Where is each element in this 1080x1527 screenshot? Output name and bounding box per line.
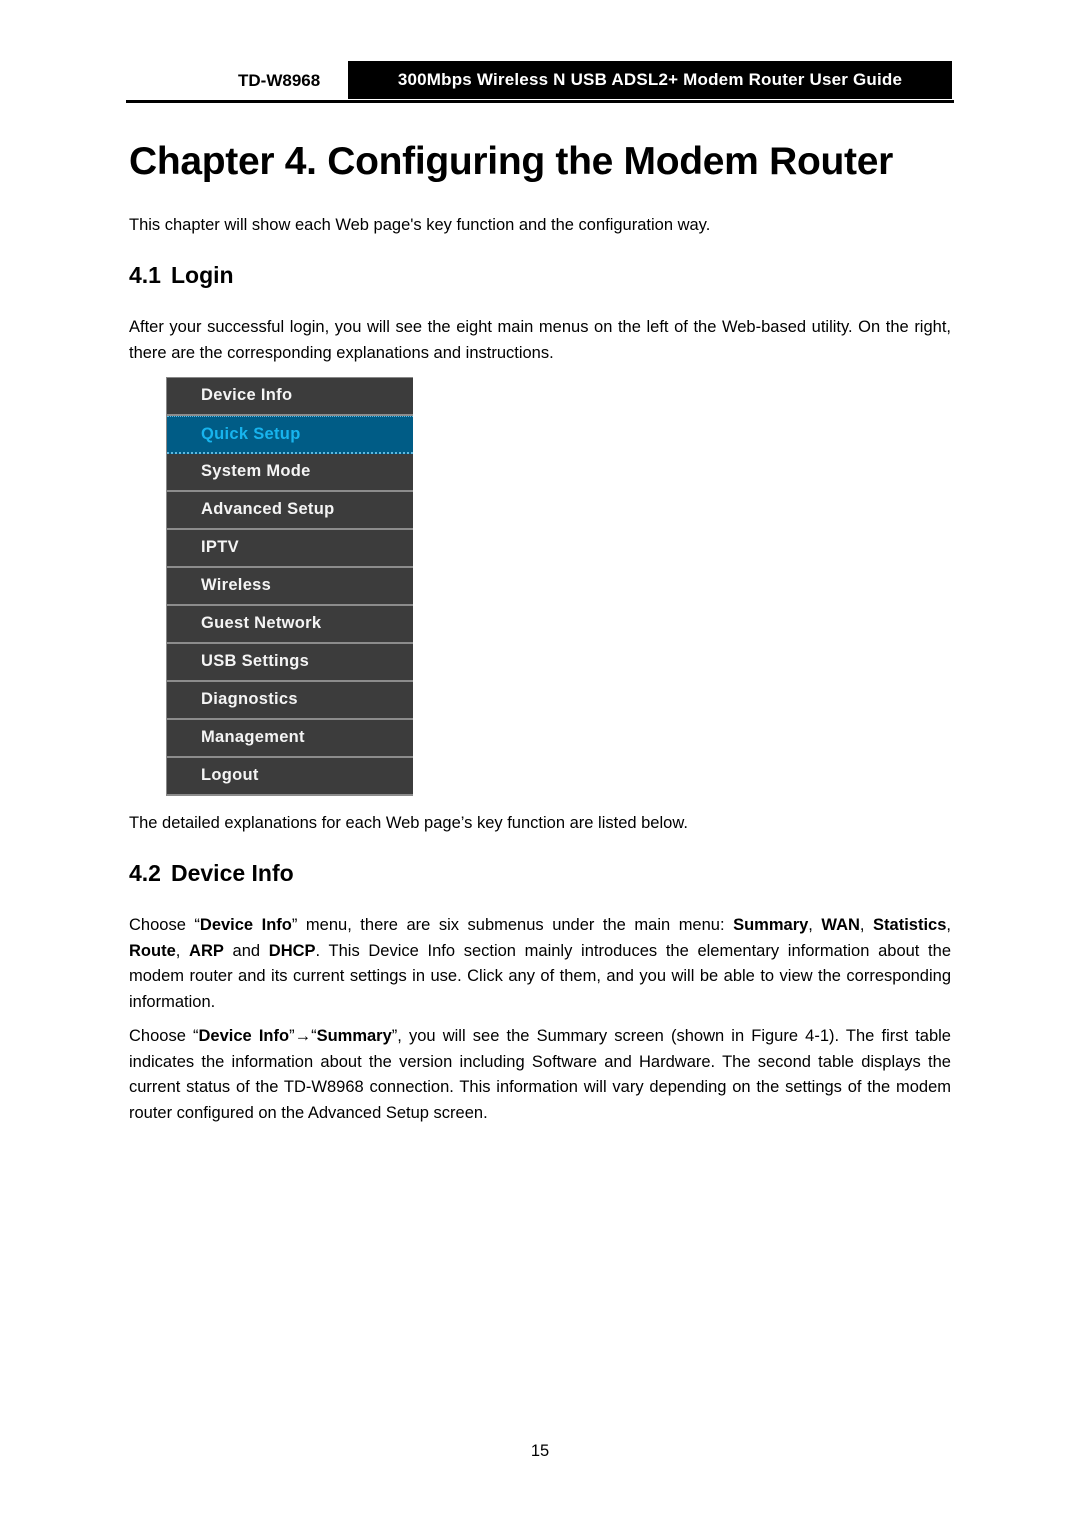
section-title: Login <box>170 262 234 288</box>
login-paragraph: After your successful login, you will se… <box>129 318 951 362</box>
device-info-paragraph-1: Choose “Device Info” menu, there are six… <box>129 916 952 1011</box>
device-info-paragraph-2: Choose “Device Info”→“Summary”, you will… <box>129 1027 951 1122</box>
chapter-title: Chapter 4. Configuring the Modem Router <box>129 140 893 183</box>
header-model: TD-W8968 <box>238 71 321 90</box>
section-heading-login: 4.1 Login <box>129 262 234 289</box>
menu-item-system-mode[interactable]: System Mode <box>167 454 413 492</box>
menu-item-logout[interactable]: Logout <box>167 758 413 796</box>
header-guide-title: 300Mbps Wireless N USB ADSL2+ Modem Rout… <box>348 61 952 99</box>
section-title: Device Info <box>170 860 294 886</box>
menu-item-guest-network[interactable]: Guest Network <box>167 606 413 644</box>
section-number: 4.1 <box>129 262 161 288</box>
main-menu-figure: Device Info Quick Setup System Mode Adva… <box>166 377 413 796</box>
after-menu-paragraph: The detailed explanations for each Web p… <box>129 814 688 832</box>
page-number: 15 <box>530 1442 550 1460</box>
running-header: TD-W8968 300Mbps Wireless N USB ADSL2+ M… <box>126 61 954 103</box>
menu-item-usb-settings[interactable]: USB Settings <box>167 644 413 682</box>
header-rule <box>126 100 954 103</box>
menu-item-wireless[interactable]: Wireless <box>167 568 413 606</box>
menu-item-device-info[interactable]: Device Info <box>167 378 413 416</box>
menu-item-management[interactable]: Management <box>167 720 413 758</box>
menu-item-quick-setup[interactable]: Quick Setup <box>167 416 413 454</box>
chapter-intro: This chapter will show each Web page's k… <box>129 216 711 234</box>
section-number: 4.2 <box>129 860 161 886</box>
section-heading-device-info: 4.2 Device Info <box>129 860 294 887</box>
menu-item-iptv[interactable]: IPTV <box>167 530 413 568</box>
menu-item-diagnostics[interactable]: Diagnostics <box>167 682 413 720</box>
menu-item-advanced-setup[interactable]: Advanced Setup <box>167 492 413 530</box>
